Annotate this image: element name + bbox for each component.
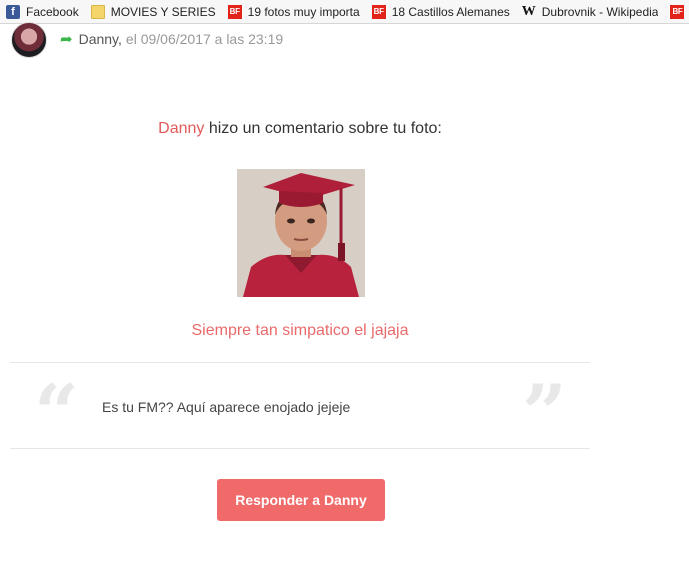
bookmarks-bar: f Facebook MOVIES Y SERIES BF 19 fotos m… <box>0 0 689 24</box>
bf-icon: BF <box>670 4 685 19</box>
bf-icon: BF <box>371 4 386 19</box>
bookmark-facebook[interactable]: f Facebook <box>0 0 85 23</box>
quote-text: Es tu FM?? Aquí aparece enojado jejeje <box>102 399 351 415</box>
commented-photo[interactable] <box>237 169 365 297</box>
close-quote-icon: ” <box>522 368 567 459</box>
post-date: el 09/06/2017 a las 23:19 <box>125 31 284 47</box>
bookmark-movies-folder[interactable]: MOVIES Y SERIES <box>85 0 222 23</box>
wikipedia-icon: W <box>521 3 536 19</box>
bookmark-label: Dubrovnik - Wikipedia <box>541 4 659 19</box>
author-name[interactable]: Danny, <box>79 31 122 47</box>
bookmark-label: Facebook <box>26 4 79 19</box>
bookmark-label: 18 Castillos Alemanes <box>391 4 510 19</box>
bookmark-bf-overflow[interactable]: BF <box>664 0 689 23</box>
graduation-photo-image <box>237 169 365 297</box>
reply-button[interactable]: Responder a Danny <box>217 479 385 521</box>
bookmark-18-castillos[interactable]: BF 18 Castillos Alemanes <box>366 0 516 23</box>
folder-icon <box>90 4 105 19</box>
headline-text: hizo un comentario sobre tu foto: <box>204 120 442 137</box>
bookmark-19-fotos[interactable]: BF 19 fotos muy importa <box>222 0 366 23</box>
bookmark-dubrovnik[interactable]: W Dubrovnik - Wikipedia <box>516 0 665 23</box>
author-line: ➦ Danny, el 09/06/2017 a las 23:19 <box>60 30 283 48</box>
quoted-comment: “ Es tu FM?? Aquí aparece enojado jejeje… <box>10 362 590 453</box>
facebook-icon: f <box>6 4 20 19</box>
bookmark-label: 19 fotos muy importa <box>247 4 360 19</box>
reply-arrow-icon: ➦ <box>60 31 73 48</box>
bookmark-label: MOVIES Y SERIES <box>110 4 216 19</box>
bf-icon: BF <box>227 4 242 19</box>
notification-headline: Danny hizo un comentario sobre tu foto: <box>0 120 600 138</box>
photo-comment: Siempre tan simpatico el jajaja <box>191 322 409 339</box>
commenter-name[interactable]: Danny <box>158 120 204 137</box>
open-quote-icon: “ <box>34 368 79 459</box>
avatar[interactable] <box>11 22 47 58</box>
